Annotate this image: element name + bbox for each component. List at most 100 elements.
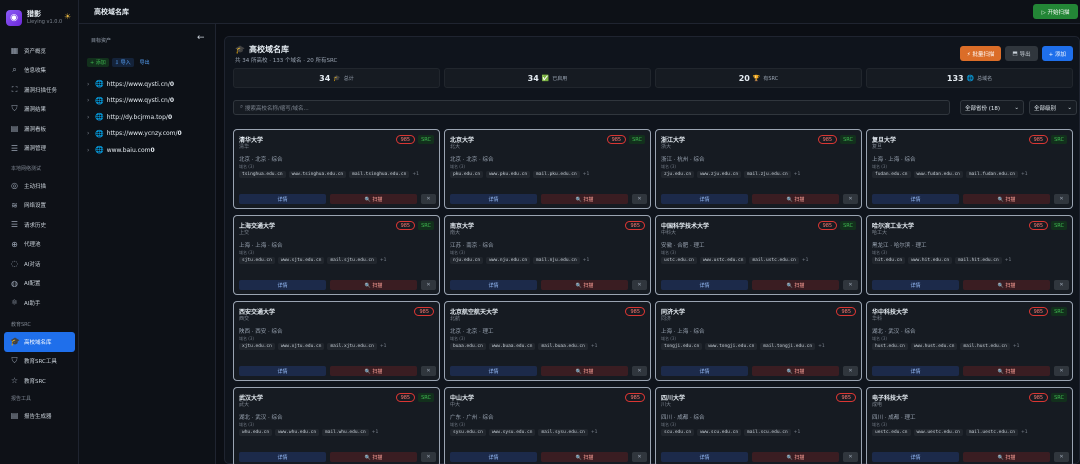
nav-item-src-1[interactable]: ⛉ 教育SRC工具 bbox=[0, 352, 79, 372]
scan-button[interactable]: 🔍 扫描 bbox=[752, 366, 839, 376]
nav-item-main-2[interactable]: ⛶ 漏洞扫描任务 bbox=[0, 80, 79, 100]
nav-item-src-0[interactable]: 🎓 高校域名库 bbox=[4, 332, 75, 352]
domain-chip[interactable]: mail.sjtu.edu.cn bbox=[327, 257, 377, 264]
target-item[interactable]: › 🌐 https://www.qysti.cn/0 bbox=[87, 76, 182, 93]
chevron-right-icon[interactable]: › bbox=[87, 114, 95, 121]
domain-chip[interactable]: mail.tsinghua.edu.cn bbox=[349, 171, 410, 178]
detail-button[interactable]: 详情 bbox=[239, 194, 326, 204]
scan-button[interactable]: 🔍 扫描 bbox=[963, 280, 1050, 290]
import-button[interactable]: ⇩ 导入 bbox=[111, 58, 134, 67]
theme-toggle-icon[interactable]: ☀ bbox=[64, 12, 71, 21]
domain-chip[interactable]: www.ustc.edu.cn bbox=[699, 257, 747, 264]
detail-button[interactable]: 详情 bbox=[872, 194, 959, 204]
domain-chip[interactable]: www.whu.edu.cn bbox=[275, 429, 320, 436]
chevron-right-icon[interactable]: › bbox=[87, 130, 95, 137]
domain-chip[interactable]: www.sysu.edu.cn bbox=[488, 429, 536, 436]
domain-chip[interactable]: www.buaa.edu.cn bbox=[488, 343, 536, 350]
scan-button[interactable]: 🔍 扫描 bbox=[541, 280, 628, 290]
domain-chip[interactable]: hit.edu.cn bbox=[872, 257, 906, 264]
delete-button[interactable]: ✕ bbox=[421, 366, 436, 376]
scan-button[interactable]: 🔍 扫描 bbox=[752, 194, 839, 204]
nav-item-main-5[interactable]: ☰ 漏洞管理 bbox=[0, 139, 79, 159]
domain-chip[interactable]: mail.hust.edu.cn bbox=[960, 343, 1010, 350]
detail-button[interactable]: 详情 bbox=[239, 452, 326, 462]
domain-chip[interactable]: www.tongji.edu.cn bbox=[705, 343, 758, 350]
chevron-right-icon[interactable]: › bbox=[87, 97, 95, 104]
delete-button[interactable]: ✕ bbox=[421, 280, 436, 290]
batch-scan-button[interactable]: ⚡ 批量扫描 bbox=[959, 46, 1002, 61]
delete-button[interactable]: ✕ bbox=[843, 194, 858, 204]
nav-item-scan-0[interactable]: ◎ 主动扫描 bbox=[0, 176, 79, 196]
delete-button[interactable]: ✕ bbox=[843, 452, 858, 462]
domain-chip[interactable]: mail.whu.edu.cn bbox=[322, 429, 369, 436]
domain-chip[interactable]: hust.edu.cn bbox=[872, 343, 908, 350]
domain-chip[interactable]: tongji.edu.cn bbox=[661, 343, 703, 350]
detail-button[interactable]: 详情 bbox=[872, 280, 959, 290]
nav-item-scan-2[interactable]: ☰ 请求历史 bbox=[0, 215, 79, 235]
chevron-right-icon[interactable]: › bbox=[87, 147, 95, 154]
detail-button[interactable]: 详情 bbox=[872, 452, 959, 462]
domain-chip[interactable]: mail.scu.edu.cn bbox=[744, 429, 791, 436]
nav-item-src-2[interactable]: ☆ 教育SRC bbox=[0, 371, 79, 391]
add-target-button[interactable]: + 添加 bbox=[87, 58, 109, 67]
nav-item-main-4[interactable]: ▤ 漏洞看板 bbox=[0, 119, 79, 139]
domain-chip[interactable]: www.tsinghua.edu.cn bbox=[288, 171, 347, 178]
domain-chip[interactable]: www.hit.edu.cn bbox=[908, 257, 953, 264]
scan-button[interactable]: 🔍 扫描 bbox=[541, 452, 628, 462]
target-item[interactable]: › 🌐 www.baiu.com 0 bbox=[87, 142, 182, 159]
delete-button[interactable]: ✕ bbox=[632, 366, 647, 376]
scan-button[interactable]: 🔍 扫描 bbox=[541, 366, 628, 376]
domain-chip[interactable]: whu.edu.cn bbox=[239, 429, 273, 436]
scan-button[interactable]: 🔍 扫描 bbox=[752, 452, 839, 462]
search-input[interactable]: ⌕ 搜索高校名称/缩写/域名... bbox=[233, 100, 950, 115]
domain-chip[interactable]: nju.edu.cn bbox=[450, 257, 484, 264]
nav-item-report-0[interactable]: ▤ 报告生成器 bbox=[0, 406, 79, 426]
delete-button[interactable]: ✕ bbox=[843, 366, 858, 376]
domain-chip[interactable]: buaa.edu.cn bbox=[450, 343, 486, 350]
nav-item-scan-4[interactable]: ◌ AI对话 bbox=[0, 254, 79, 274]
domain-chip[interactable]: www.zju.edu.cn bbox=[697, 171, 742, 178]
domain-chip[interactable]: uestc.edu.cn bbox=[872, 429, 911, 436]
add-university-button[interactable]: + 添加 bbox=[1041, 46, 1073, 61]
detail-button[interactable]: 详情 bbox=[239, 366, 326, 376]
target-item[interactable]: › 🌐 https://www.qysti.cn/0 bbox=[87, 93, 182, 110]
detail-button[interactable]: 详情 bbox=[661, 452, 748, 462]
domain-chip[interactable]: mail.xjtu.edu.cn bbox=[327, 343, 377, 350]
delete-button[interactable]: ✕ bbox=[843, 280, 858, 290]
nav-item-scan-3[interactable]: ⊕ 代理池 bbox=[0, 235, 79, 255]
domain-chip[interactable]: www.uestc.edu.cn bbox=[913, 429, 963, 436]
delete-button[interactable]: ✕ bbox=[421, 452, 436, 462]
domain-chip[interactable]: mail.fudan.edu.cn bbox=[965, 171, 1018, 178]
domain-chip[interactable]: scu.edu.cn bbox=[661, 429, 695, 436]
domain-chip[interactable]: sjtu.edu.cn bbox=[239, 257, 275, 264]
domain-chip[interactable]: mail.pku.edu.cn bbox=[533, 171, 580, 178]
start-scan-button[interactable]: ▷ 开始扫描 bbox=[1033, 4, 1078, 19]
detail-button[interactable]: 详情 bbox=[450, 452, 537, 462]
detail-button[interactable]: 详情 bbox=[450, 194, 537, 204]
domain-chip[interactable]: www.fudan.edu.cn bbox=[913, 171, 963, 178]
detail-button[interactable]: 详情 bbox=[450, 280, 537, 290]
target-item[interactable]: › 🌐 http://dy.bcjrma.top/0 bbox=[87, 109, 182, 126]
domain-chip[interactable]: mail.hit.edu.cn bbox=[955, 257, 1002, 264]
domain-chip[interactable]: mail.tongji.edu.cn bbox=[760, 343, 816, 350]
scan-button[interactable]: 🔍 扫描 bbox=[963, 194, 1050, 204]
nav-item-scan-1[interactable]: ≋ 网络设置 bbox=[0, 196, 79, 216]
domain-chip[interactable]: tsinghua.edu.cn bbox=[239, 171, 286, 178]
domain-chip[interactable]: mail.nju.edu.cn bbox=[533, 257, 580, 264]
scan-button[interactable]: 🔍 扫描 bbox=[963, 452, 1050, 462]
chevron-right-icon[interactable]: › bbox=[87, 81, 95, 88]
nav-item-scan-5[interactable]: ◍ AI配置 bbox=[0, 274, 79, 294]
domain-chip[interactable]: www.pku.edu.cn bbox=[486, 171, 531, 178]
scan-button[interactable]: 🔍 扫描 bbox=[752, 280, 839, 290]
domain-chip[interactable]: www.hust.edu.cn bbox=[910, 343, 958, 350]
delete-button[interactable]: ✕ bbox=[1054, 366, 1069, 376]
detail-button[interactable]: 详情 bbox=[661, 366, 748, 376]
delete-button[interactable]: ✕ bbox=[421, 194, 436, 204]
domain-chip[interactable]: mail.uestc.edu.cn bbox=[965, 429, 1018, 436]
domain-chip[interactable]: zju.edu.cn bbox=[661, 171, 695, 178]
back-arrow-icon[interactable]: ← bbox=[197, 33, 205, 43]
scan-button[interactable]: 🔍 扫描 bbox=[330, 280, 417, 290]
province-select[interactable]: 全部省份 (18) ⌄ bbox=[960, 100, 1024, 115]
domain-chip[interactable]: xjtu.edu.cn bbox=[239, 343, 275, 350]
detail-button[interactable]: 详情 bbox=[661, 194, 748, 204]
